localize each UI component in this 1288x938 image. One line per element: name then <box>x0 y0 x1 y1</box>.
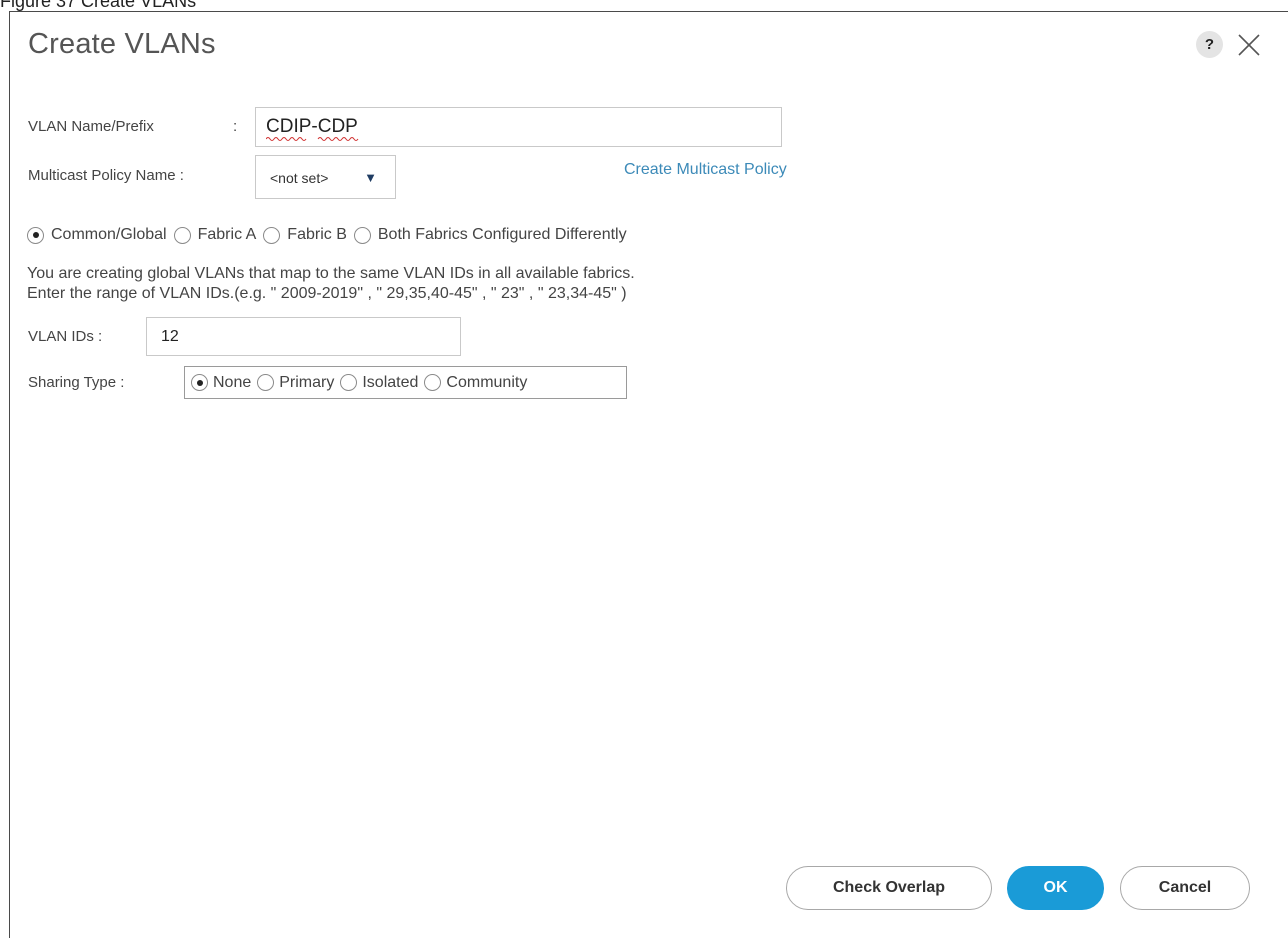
fabric-radio-group: Common/Global Fabric A Fabric B Both Fab… <box>27 226 634 244</box>
radio-label-sharing-community: Community <box>446 373 528 391</box>
radio-sharing-primary[interactable] <box>257 374 275 391</box>
vlan-name-separator: : <box>233 118 238 135</box>
sharing-type-label: Sharing Type : <box>28 374 125 391</box>
radio-label-common-global: Common/Global <box>51 226 167 243</box>
check-overlap-button[interactable]: Check Overlap <box>786 866 992 910</box>
dialog-title: Create VLANs <box>28 28 216 60</box>
radio-common-global[interactable] <box>27 226 44 244</box>
radio-label-fabric-b: Fabric B <box>287 226 347 243</box>
help-button[interactable]: ? <box>1196 31 1223 58</box>
info-message-line2: Enter the range of VLAN IDs.(e.g. " 2009… <box>27 285 627 302</box>
radio-fabric-b[interactable] <box>263 226 281 244</box>
spellcheck-underline <box>266 137 359 141</box>
radio-fabric-a[interactable] <box>173 226 191 244</box>
vlan-ids-input[interactable] <box>146 317 461 356</box>
radio-both-fabrics[interactable] <box>353 226 371 244</box>
cancel-button[interactable]: Cancel <box>1120 866 1250 910</box>
multicast-policy-label: Multicast Policy Name : <box>28 167 184 184</box>
multicast-selected-value: <not set> <box>270 170 329 186</box>
dropdown-arrow-icon: ▼ <box>364 170 377 185</box>
vlan-name-label: VLAN Name/Prefix <box>28 118 154 135</box>
radio-label-sharing-primary: Primary <box>279 373 335 391</box>
sharing-type-radio-group: None Primary Isolated Community <box>184 366 627 399</box>
radio-label-sharing-isolated: Isolated <box>362 373 419 391</box>
ok-button[interactable]: OK <box>1007 866 1104 910</box>
radio-sharing-none[interactable] <box>191 374 208 391</box>
radio-label-fabric-a: Fabric A <box>197 226 257 243</box>
multicast-policy-select[interactable]: <not set> ▼ <box>255 155 396 199</box>
radio-sharing-isolated[interactable] <box>340 374 358 391</box>
info-message: You are creating global VLANs that map t… <box>27 264 635 304</box>
create-vlans-dialog: Create VLANs ? VLAN Name/Prefix : Multic… <box>9 11 1288 938</box>
radio-label-sharing-none: None <box>213 373 252 391</box>
figure-caption: Figure 37 Create VLANs <box>0 0 197 11</box>
vlan-ids-label: VLAN IDs : <box>28 328 103 345</box>
info-message-line1: You are creating global VLANs that map t… <box>27 265 635 282</box>
create-multicast-policy-link[interactable]: Create Multicast Policy <box>624 161 787 179</box>
radio-label-both-fabrics: Both Fabrics Configured Differently <box>377 226 627 243</box>
radio-sharing-community[interactable] <box>424 374 442 391</box>
close-icon[interactable] <box>1234 30 1264 60</box>
